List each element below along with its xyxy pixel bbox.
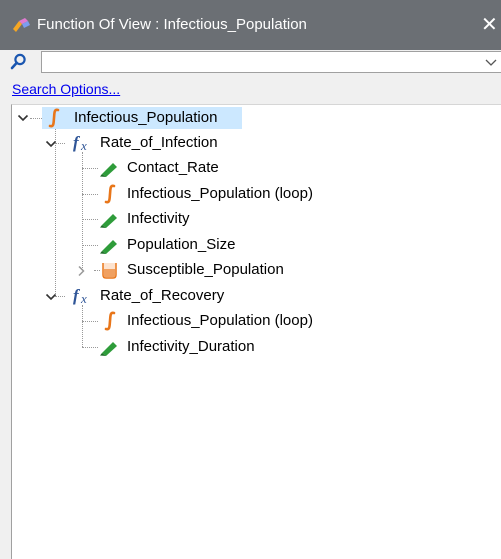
tree-item-label: Rate_of_Infection (100, 134, 218, 151)
tree-item-contact-rate[interactable]: Contact_Rate (0, 156, 300, 180)
converter-pencil-icon (100, 240, 117, 254)
tree-item-infectivity[interactable]: Infectivity (0, 207, 300, 231)
tree-item-infectivity-duration[interactable]: Infectivity_Duration (0, 335, 300, 359)
stock-integral-icon (104, 311, 116, 331)
svg-text:x: x (80, 138, 87, 152)
stock-integral-icon (104, 184, 116, 204)
chevron-down-icon[interactable] (483, 54, 499, 70)
function-view-app-icon (13, 18, 30, 32)
tree-item-label: Infectivity (127, 210, 190, 227)
window-title: Function Of View : Infectious_Population (37, 16, 307, 33)
converter-pencil-icon (100, 342, 117, 356)
tree-item-infectious-population-loop[interactable]: Infectious_Population (loop) (0, 182, 340, 206)
stock-bucket-icon (102, 263, 117, 279)
tree-item-rate-of-infection[interactable]: f x Rate_of_Infection (0, 131, 250, 155)
search-icon[interactable] (10, 53, 27, 70)
tree-item-rate-of-recovery[interactable]: f x Rate_of_Recovery (0, 284, 250, 308)
function-fx-icon: f x (73, 287, 87, 305)
converter-pencil-icon (100, 163, 117, 177)
svg-text:f: f (73, 134, 81, 152)
tree-item-label: Population_Size (127, 236, 236, 253)
tree-item-root[interactable]: Infectious_Population (0, 106, 250, 130)
title-bar[interactable]: Function Of View : Infectious_Population… (0, 0, 501, 50)
tree-item-label: Infectious_Population (loop) (127, 312, 313, 329)
search-field[interactable] (41, 51, 501, 73)
tree-item-infectious-population-loop[interactable]: Infectious_Population (loop) (0, 309, 340, 333)
svg-text:f: f (73, 287, 81, 305)
tree-item-label: Infectious_Population (71, 108, 223, 128)
tree-item-label: Contact_Rate (127, 159, 219, 176)
close-icon[interactable]: ✕ (481, 10, 501, 40)
converter-pencil-icon (100, 214, 117, 228)
tree-item-label: Infectious_Population (loop) (127, 185, 313, 202)
tree-item-susceptible-population[interactable]: Susceptible_Population (0, 258, 320, 282)
stock-integral-icon (48, 108, 60, 128)
function-fx-icon: f x (73, 134, 87, 152)
search-input[interactable] (44, 53, 484, 71)
tree-item-population-size[interactable]: Population_Size (0, 233, 300, 257)
function-of-view-window: Function Of View : Infectious_Population… (0, 0, 501, 559)
search-options-link[interactable]: Search Options... (12, 81, 120, 97)
tree-item-label: Infectivity_Duration (127, 338, 255, 355)
tree-item-label: Rate_of_Recovery (100, 287, 225, 304)
svg-text:x: x (80, 291, 87, 305)
tree-item-label: Susceptible_Population (127, 261, 284, 278)
